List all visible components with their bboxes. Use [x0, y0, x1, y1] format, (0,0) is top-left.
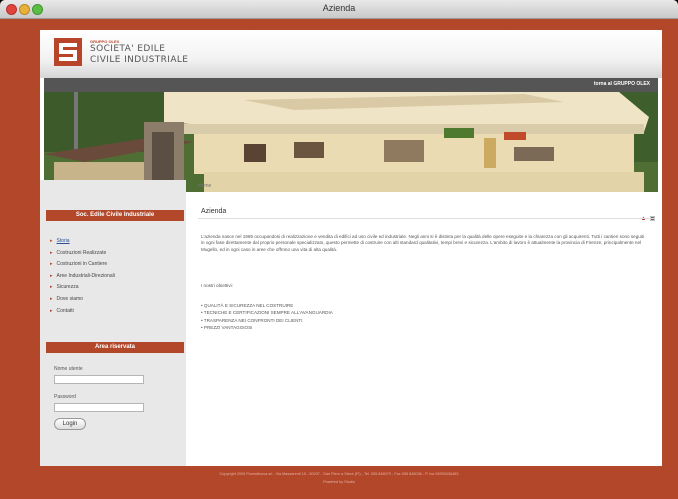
reserved-area-title: Area riservata — [46, 342, 184, 353]
company-logo-icon[interactable] — [54, 38, 82, 66]
bullet-icon: ▸ — [50, 307, 53, 314]
web-page: GRUPPO OLEX SOCIETA' EDILE CIVILE INDUST… — [40, 30, 662, 466]
sidebar-menu: ▸ Storia ▸ Costruzioni Realizzate ▸ Costruz… — [50, 236, 115, 317]
sidebar-item-costruzioni-in-cantiere[interactable]: ▸ Costruzioni in Cantiere — [50, 259, 115, 271]
bullet-icon: ▸ — [50, 295, 53, 302]
browser-window: Azienda GRUPPO OLEX SOCIETA' EDILE CIVIL… — [0, 0, 678, 499]
back-to-group-link[interactable]: torna al GRUPPO OLEX — [594, 81, 650, 87]
intro-paragraph: L'azienda nasce nel 1969 occupandosi di … — [201, 234, 645, 252]
bullet-icon: ▸ — [50, 249, 53, 256]
list-item: • TRASPARENZA NEI CONFRONTI DEI CLIENTI — [201, 317, 303, 323]
breadcrumb[interactable]: Home — [198, 183, 211, 189]
password-label: Password — [54, 394, 76, 400]
bullet-icon: ▸ — [50, 272, 53, 279]
logo-text-line1: SOCIETA' EDILE — [90, 44, 166, 54]
list-item: • PREZZI VANTAGGIOSI — [201, 324, 253, 330]
username-label: Nome utente — [54, 366, 83, 372]
page-title: Azienda — [201, 208, 227, 215]
sidebar-item-storia[interactable]: ▸ Storia — [50, 236, 115, 248]
title-divider — [198, 218, 654, 219]
objectives-list: • QUALITÀ E SICUREZZA NEL COSTRUIRE • TE… — [201, 302, 333, 331]
sidebar-item-dove-siamo[interactable]: ▸ Dove siamo — [50, 294, 115, 306]
footer-powered-by[interactable]: Powered by Studio — [0, 478, 678, 486]
hero-house-photo — [44, 92, 658, 192]
site-footer: Copyright 2009 Fiorentinova srl - Via Ma… — [0, 470, 678, 486]
username-input[interactable] — [54, 375, 144, 384]
list-item: • TECNICHE E CERTIFICAZIONI SEMPRE ALL'A… — [201, 310, 333, 316]
sidebar-item-costruzioni-realizzate[interactable]: ▸ Costruzioni Realizzate — [50, 248, 115, 260]
window-title: Azienda — [322, 3, 356, 13]
hero-house-illustration — [44, 92, 658, 192]
title-bar: Azienda — [0, 0, 678, 19]
sidebar-item-aree-industriali[interactable]: ▸ Aree Industriali-Direzionali — [50, 271, 115, 283]
sidebar-item-contatti[interactable]: ▸ Contatti — [50, 306, 115, 318]
site-header: GRUPPO OLEX SOCIETA' EDILE CIVILE INDUST… — [40, 30, 662, 78]
top-bar: torna al GRUPPO OLEX — [44, 78, 658, 92]
password-input[interactable] — [54, 403, 144, 412]
page-tools: ▲ ▣ — [638, 207, 656, 225]
list-item: • QUALITÀ E SICUREZZA NEL COSTRUIRE — [201, 303, 294, 308]
menu-title: Soc. Edile Civile Industriale — [46, 210, 184, 221]
login-button[interactable]: Login — [54, 418, 86, 430]
bullet-icon: ▸ — [50, 261, 53, 268]
objectives-heading: I nostri obiettivi: — [201, 283, 233, 288]
logo-text-line2: CIVILE INDUSTRIALE — [90, 55, 189, 65]
bullet-icon: ▸ — [50, 284, 53, 291]
footer-copyright: Copyright 2009 Fiorentinova srl - Via Ma… — [219, 472, 459, 476]
bullet-icon: ▸ — [50, 238, 53, 244]
sidebar-item-sicurezza[interactable]: ▸ Sicurezza — [50, 282, 115, 294]
